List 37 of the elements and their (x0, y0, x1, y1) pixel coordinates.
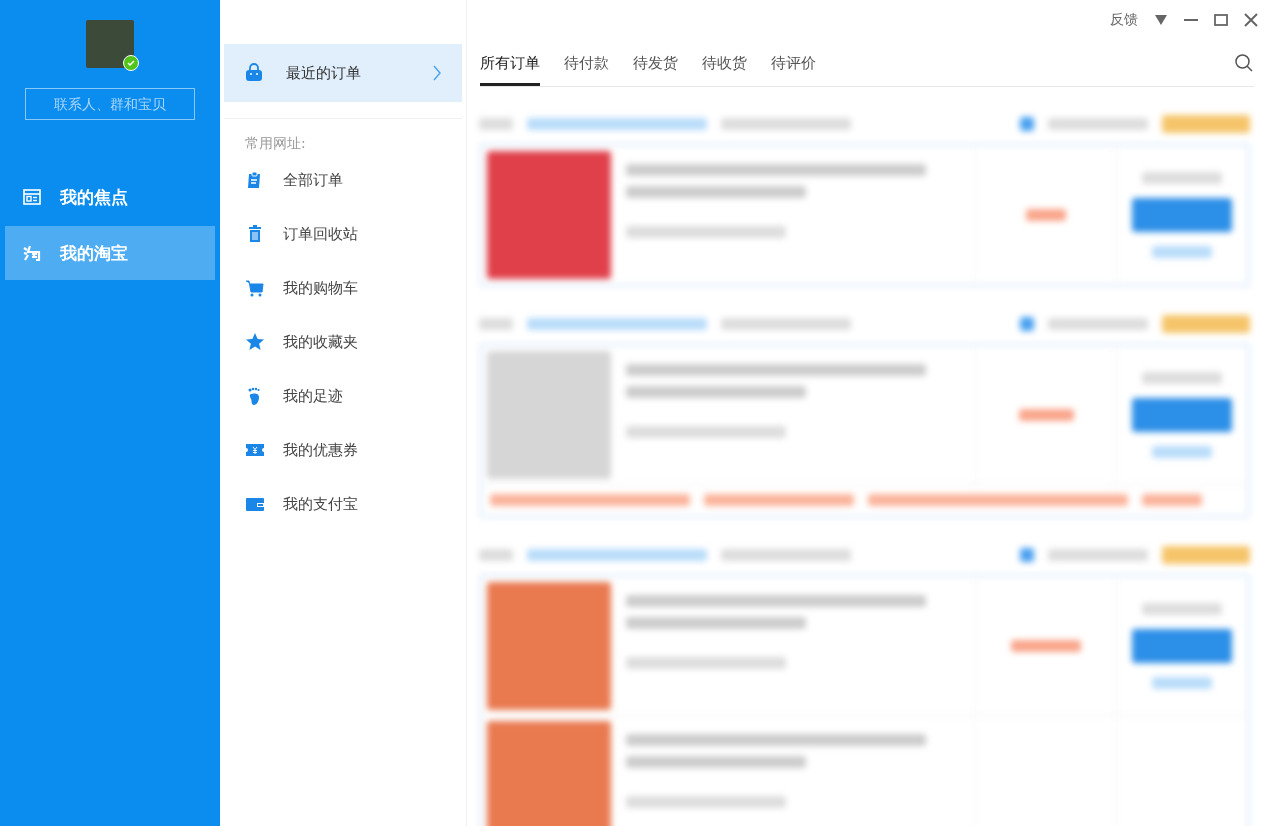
order-tab[interactable]: 待付款 (564, 40, 609, 86)
link-item[interactable]: 订单回收站 (220, 207, 466, 261)
link-label: 全部订单 (283, 170, 343, 190)
link-label: 我的足迹 (283, 386, 343, 406)
link-label: 订单回收站 (283, 224, 358, 244)
link-item[interactable]: 我的支付宝 (220, 477, 466, 531)
feedback-link[interactable]: 反馈 (1110, 11, 1138, 29)
link-label: 我的购物车 (283, 278, 358, 298)
bag-icon (244, 63, 264, 83)
avatar[interactable] (86, 20, 134, 68)
maximize-icon (1214, 13, 1228, 27)
recent-orders-label: 最近的订单 (286, 63, 362, 83)
link-item[interactable]: 我的优惠券 (220, 423, 466, 477)
link-item[interactable]: 我的收藏夹 (220, 315, 466, 369)
link-item[interactable]: 全部订单 (220, 153, 466, 207)
close-icon (1244, 13, 1258, 27)
search-icon (1234, 53, 1254, 73)
order-tab[interactable]: 待收货 (702, 40, 747, 86)
search-field[interactable]: 联系人、群和宝贝 (25, 88, 195, 120)
logo-icon (22, 243, 42, 263)
star-icon (245, 332, 265, 352)
order-tab[interactable]: 待发货 (633, 40, 678, 86)
section-title: 常用网址: (245, 135, 307, 153)
link-label: 我的收藏夹 (283, 332, 358, 352)
window-icon (22, 187, 42, 207)
link-label: 我的优惠券 (283, 440, 358, 460)
cart-icon (245, 278, 265, 298)
recent-orders-item[interactable]: 最近的订单 (224, 44, 462, 102)
order-tab[interactable]: 所有订单 (480, 40, 540, 86)
link-item[interactable]: 我的购物车 (220, 261, 466, 315)
sidebar-item-label: 我的焦点 (60, 185, 128, 209)
order-tab[interactable]: 待评价 (771, 40, 816, 86)
link-item[interactable]: 我的足迹 (220, 369, 466, 423)
link-label: 我的支付宝 (283, 494, 358, 514)
chevron-right-icon (432, 64, 442, 82)
dropdown-icon (1154, 13, 1168, 27)
sidebar-item-label: 我的淘宝 (60, 241, 128, 265)
